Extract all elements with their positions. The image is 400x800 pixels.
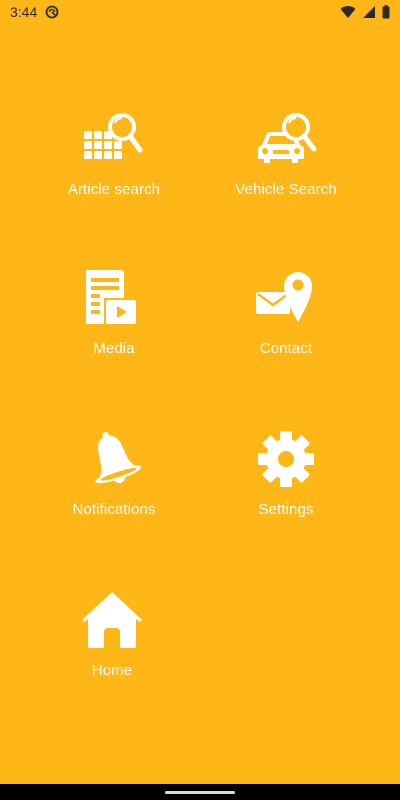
article-search-tile[interactable]: Article search	[29, 109, 199, 198]
contact-label: Contact	[259, 340, 313, 357]
contact-tile[interactable]: Contact	[201, 268, 371, 357]
grid-search-icon	[84, 113, 143, 159]
notifications-label: Notifications	[72, 501, 156, 518]
vehicle-search-label: Vehicle Search	[235, 181, 337, 198]
status-right	[340, 5, 390, 19]
status-bar: 3:44	[0, 0, 400, 24]
document-video-icon	[86, 270, 136, 324]
envelope-location-icon	[256, 272, 312, 322]
gear-icon	[258, 431, 314, 487]
status-left: 3:44	[10, 4, 59, 20]
vehicle-search-tile[interactable]: Vehicle Search	[201, 109, 371, 198]
notifications-tile[interactable]: Notifications	[29, 429, 199, 518]
media-label: Media	[93, 340, 135, 357]
bell-icon	[95, 432, 142, 484]
house-icon	[82, 592, 142, 648]
navigation-bar	[0, 784, 400, 800]
home-label: Home	[91, 662, 133, 679]
media-tile[interactable]: Media	[29, 268, 199, 357]
car-search-icon	[258, 113, 317, 163]
settings-label: Settings	[258, 501, 314, 518]
home-gesture-handle[interactable]	[165, 791, 235, 794]
wifi-icon	[340, 5, 356, 19]
home-tile[interactable]: Home	[27, 590, 197, 679]
battery-icon	[382, 5, 390, 19]
signal-icon	[362, 5, 376, 19]
status-time: 3:44	[10, 4, 38, 20]
settings-tile[interactable]: Settings	[201, 429, 371, 518]
sync-status-icon	[45, 5, 59, 19]
article-search-label: Article search	[67, 181, 161, 198]
